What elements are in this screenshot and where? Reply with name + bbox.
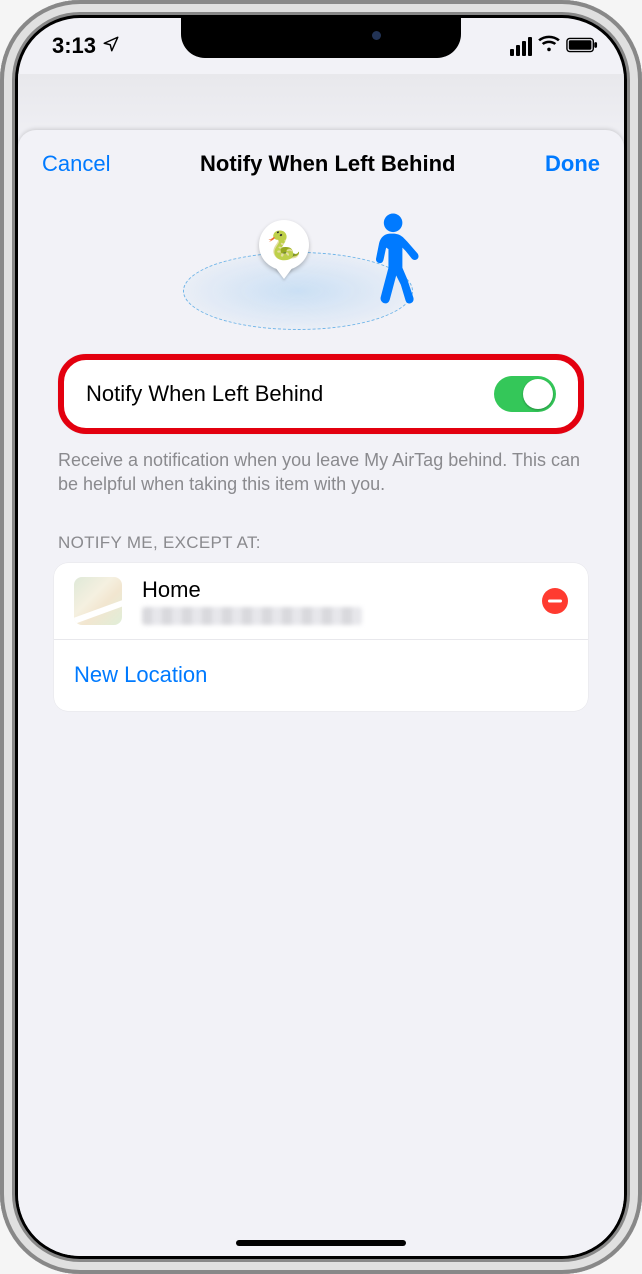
switch-knob	[523, 379, 553, 409]
status-time: 3:13	[52, 33, 96, 59]
exception-title: Home	[142, 577, 542, 603]
wifi-icon	[538, 33, 560, 59]
location-arrow-icon	[102, 33, 120, 59]
illustration: 🐍	[18, 194, 624, 344]
map-thumbnail-icon	[74, 577, 122, 625]
person-walking-icon	[359, 212, 421, 313]
modal-sheet: Cancel Notify When Left Behind Done 🐍 No…	[18, 130, 624, 1256]
notify-toggle-switch[interactable]	[494, 376, 556, 412]
exceptions-header: NOTIFY ME, EXCEPT AT:	[58, 533, 584, 553]
item-pin-icon: 🐍	[259, 220, 309, 270]
notify-toggle-label: Notify When Left Behind	[86, 381, 323, 407]
cancel-button[interactable]: Cancel	[42, 151, 110, 177]
cellular-signal-icon	[510, 37, 532, 56]
notify-description: Receive a notification when you leave My…	[58, 448, 584, 497]
notify-toggle-row[interactable]: Notify When Left Behind	[58, 354, 584, 434]
page-title: Notify When Left Behind	[200, 151, 455, 177]
exception-subtitle-redacted	[142, 607, 362, 625]
exceptions-list: Home New Location	[54, 563, 588, 711]
new-location-label: New Location	[74, 662, 207, 688]
battery-icon	[566, 33, 598, 59]
home-indicator[interactable]	[236, 1240, 406, 1246]
exception-row-home[interactable]: Home	[54, 563, 588, 639]
remove-exception-button[interactable]	[542, 588, 568, 614]
nav-bar: Cancel Notify When Left Behind Done	[18, 144, 624, 184]
item-emoji: 🐍	[267, 229, 302, 262]
notch	[181, 18, 461, 58]
new-location-row[interactable]: New Location	[54, 639, 588, 711]
done-button[interactable]: Done	[545, 151, 600, 177]
